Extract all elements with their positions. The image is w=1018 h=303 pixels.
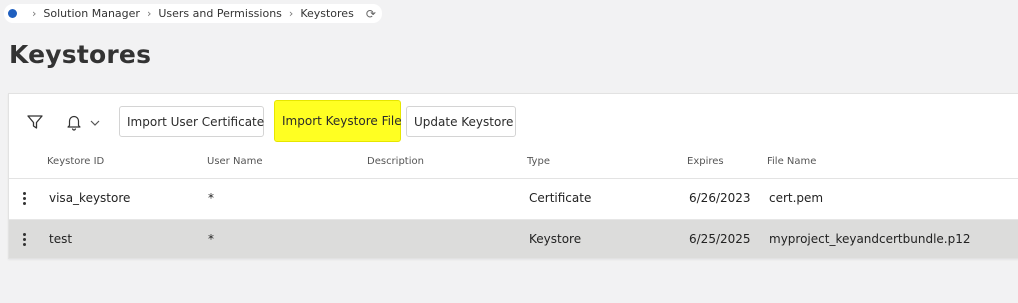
import-user-certificate-button[interactable]: Import User Certificate (119, 106, 264, 137)
breadcrumb: › Solution Manager › Users and Permissio… (4, 4, 382, 23)
refresh-icon[interactable]: ⟳ (366, 7, 376, 21)
column-header-description[interactable]: Description (367, 156, 424, 167)
row-menu-icon[interactable] (23, 233, 27, 247)
chevron-right-icon: › (146, 7, 152, 20)
keystores-panel: Import User Certificate Import Keystore … (8, 93, 1018, 259)
home-icon[interactable] (8, 9, 17, 18)
cell-type: Certificate (529, 191, 592, 205)
update-keystore-button[interactable]: Update Keystore (406, 106, 516, 137)
cell-expires: 6/25/2025 (689, 232, 751, 246)
chevron-right-icon: › (32, 7, 37, 20)
filter-icon[interactable] (26, 113, 44, 131)
breadcrumb-keystores: Keystores (300, 7, 354, 20)
chevron-right-icon: › (288, 7, 294, 20)
table-row[interactable]: visa_keystore * Certificate 6/26/2023 ce… (9, 179, 1018, 220)
bell-icon[interactable] (65, 113, 83, 131)
row-menu-icon[interactable] (23, 192, 27, 206)
cell-type: Keystore (529, 232, 582, 246)
cell-user-name: * (208, 191, 214, 205)
cell-expires: 6/26/2023 (689, 191, 751, 205)
cell-keystore-id: test (49, 232, 73, 246)
column-header-user-name[interactable]: User Name (207, 156, 262, 167)
cell-file-name: myproject_keyandcertbundle.p12 (769, 232, 971, 246)
cell-user-name: * (208, 232, 214, 246)
column-header-type[interactable]: Type (527, 156, 550, 167)
cell-file-name: cert.pem (769, 191, 824, 205)
column-header-file-name[interactable]: File Name (767, 156, 816, 167)
table-row[interactable]: test * Keystore 6/25/2025 myproject_keya… (9, 220, 1018, 258)
breadcrumb-users-and-permissions[interactable]: Users and Permissions (158, 7, 282, 20)
table-header: Keystore ID User Name Description Type E… (9, 150, 1018, 179)
import-keystore-file-button[interactable]: Import Keystore File (274, 100, 402, 142)
cell-keystore-id: visa_keystore (49, 191, 131, 205)
breadcrumb-solution-manager[interactable]: Solution Manager (43, 7, 140, 20)
toolbar: Import User Certificate Import Keystore … (9, 94, 1018, 150)
column-header-expires[interactable]: Expires (687, 156, 724, 167)
chevron-down-icon[interactable] (89, 117, 101, 129)
page-title: Keystores (9, 40, 152, 69)
column-header-keystore-id[interactable]: Keystore ID (47, 156, 104, 167)
